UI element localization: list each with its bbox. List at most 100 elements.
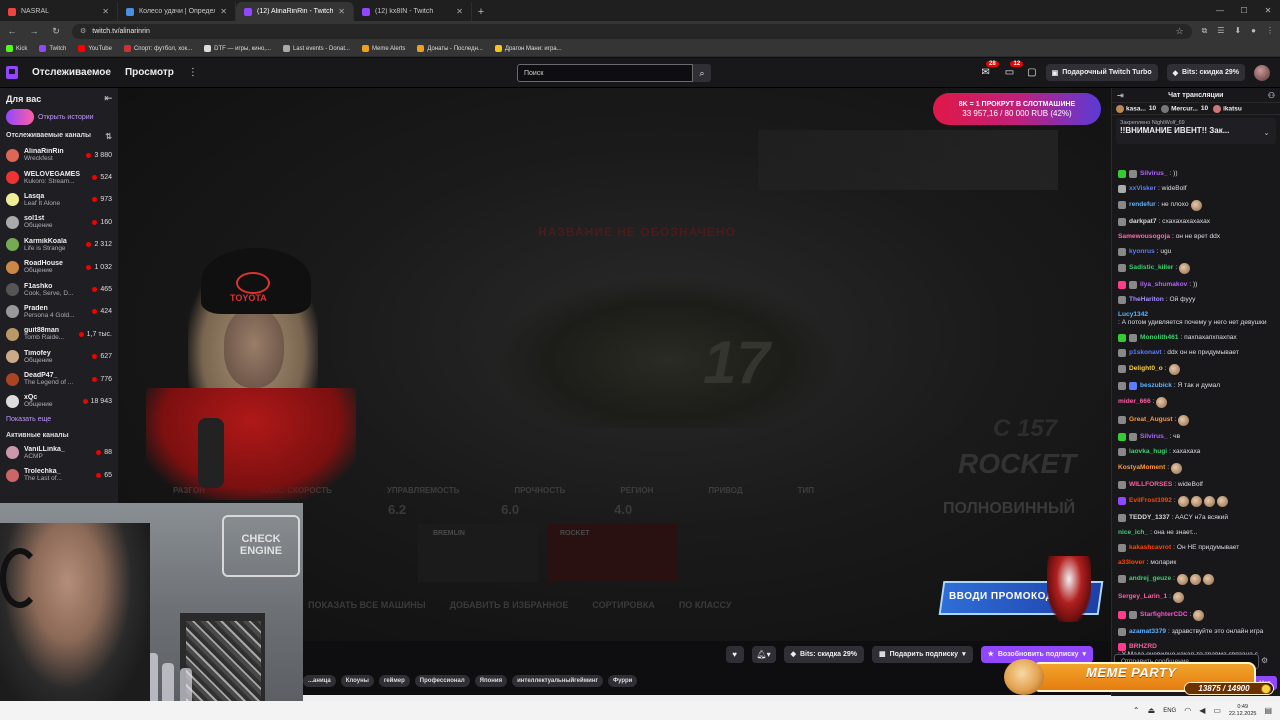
chat-username[interactable]: ilya_shumakov [1140,281,1187,289]
chat-username[interactable]: a33lover [1118,559,1145,567]
volume-icon[interactable]: ◀ [1199,706,1205,715]
download-icon[interactable]: ⬇ [1234,26,1241,36]
clock[interactable]: 0:49 22.12.2025 [1229,704,1257,718]
minimize-icon[interactable]: — [1208,0,1232,21]
extension-icon[interactable]: ⧉ [1202,26,1208,36]
bookmark-item[interactable]: Донаты - Последн... [417,45,483,52]
tab-close-icon[interactable]: ✕ [338,7,345,16]
sidebar-channel[interactable]: F1ashko Cook, Serve, D... 465 [0,278,118,300]
leaderboard-entry[interactable]: ikatsu [1213,104,1242,113]
sidebar-channel[interactable]: Praden Persona 4 Gold... 424 [0,301,118,323]
bookmark-item[interactable]: Спорт: футбол, хок... [123,45,192,52]
sidebar-channel[interactable]: RoadHouse Общение 1 032 [0,256,118,278]
sidebar-channel[interactable]: DeadP47_ The Legend of ... 776 [0,368,118,390]
leaderboard-entry[interactable]: kasa... 10 [1116,104,1156,113]
bookmark-item[interactable]: Last events - Donat... [282,45,350,52]
sidebar-channel[interactable]: WELOVEGAMES Kukoro: Stream... 524 [0,166,118,188]
chat-username[interactable]: Samewousogoja [1118,233,1170,241]
stream-tag[interactable]: Клоуны [340,675,374,687]
sort-icon[interactable]: ⇅ [105,132,112,141]
maximize-icon[interactable]: ☐ [1232,0,1256,21]
chat-username[interactable]: nice_ich_ [1118,529,1148,537]
chat-username[interactable]: BRHZRD [1129,643,1157,651]
language-indicator[interactable]: ENG [1163,708,1176,714]
stream-tag[interactable]: интеллектуальныйгейминг [512,675,603,687]
browser-tab[interactable]: NASRAL ✕ [0,2,118,21]
stream-tag[interactable]: Япония [474,675,508,687]
notifications-bell-icon[interactable]: 🔔︎▾ [751,645,776,663]
reading-list-icon[interactable]: ☰ [1217,26,1224,36]
chat-username[interactable]: azamat3379 [1129,628,1166,636]
menu-icon[interactable]: ⋮ [1266,26,1274,36]
chat-username[interactable]: TEDDY_1337 [1129,514,1170,522]
forward-icon[interactable]: → [28,26,40,36]
chat-username[interactable]: StarfighterCDC [1140,611,1188,619]
chat-users-icon[interactable]: ⚇ [1268,91,1275,100]
sidebar-channel[interactable]: guit88man Tomb Raide... 1,7 тыс. [0,323,118,345]
close-window-icon[interactable]: ✕ [1256,0,1280,21]
follow-heart-icon[interactable]: ♥ [725,645,744,663]
pip-webcam[interactable]: CHECK ENGINE [0,503,303,720]
chevron-down-icon-3[interactable]: ⌄ [1263,128,1270,137]
bookmark-item[interactable]: Meme Alerts [362,45,405,52]
sidebar-channel[interactable]: xQc Общение 18 943 [0,390,118,412]
browser-tab[interactable]: Колесо удачи | Определите п ✕ [118,2,236,21]
inbox-icon[interactable]: ▭ 12 [1005,61,1024,78]
more-menu-icon[interactable]: ⋮ [188,67,198,78]
tab-close-icon[interactable]: ✕ [456,7,463,16]
collapse-chat-icon[interactable]: ⇥ [1117,91,1124,100]
stream-tag[interactable]: геймер [378,675,410,687]
user-avatar[interactable] [1254,64,1270,81]
new-tab-icon[interactable]: + [472,2,490,21]
browser-tab[interactable]: (12) kx8IN - Twitch ✕ [354,2,472,21]
tab-close-icon[interactable]: ✕ [220,7,227,16]
gift-sub-button[interactable]: ▦ Подарить подписку ▾ [871,645,973,663]
pinned-message[interactable]: Закреплено NightWolf_69 !!ВНИМАНИЕ ИВЕНТ… [1116,118,1276,144]
chat-username[interactable]: Silvirus_ [1140,433,1168,441]
notifications-icon[interactable]: ✉ 28 [981,61,999,78]
chat-username[interactable]: Delight0_o [1129,365,1163,373]
chat-username[interactable]: kyonrus [1129,248,1155,256]
chat-username[interactable]: andrej_geuze [1129,575,1171,583]
stream-tag[interactable]: ...аница [303,675,336,687]
chat-username[interactable]: beszubick [1140,382,1172,390]
chat-username[interactable]: p1skonavt [1129,349,1162,357]
gift-turbo-button[interactable]: ▣ Подарочный Twitch Turbo [1045,64,1158,81]
reload-icon[interactable]: ↻ [50,26,62,37]
profile-icon[interactable]: ● [1251,26,1256,36]
bookmark-item[interactable]: Twitch [39,45,66,52]
chat-username[interactable]: darkpat7 [1129,218,1157,226]
chat-username[interactable]: Lucy1342 [1118,311,1148,319]
bookmark-item[interactable]: Драгон Мани: игра... [494,45,562,52]
whispers-icon[interactable]: ▢ [1027,67,1036,78]
nav-following[interactable]: Отслеживаемое [32,67,111,78]
chat-username[interactable]: mider_666 [1118,398,1151,406]
sidebar-channel[interactable]: Timofey Общение 627 [0,346,118,368]
tab-close-icon[interactable]: ✕ [102,7,109,16]
bookmark-star-icon[interactable]: ☆ [1175,26,1183,37]
chat-username[interactable]: WILLFORSES [1129,481,1172,489]
show-more-link[interactable]: Показать еще [0,413,118,429]
collapse-sidebar-icon[interactable]: ⇤ [104,93,112,104]
search-input[interactable]: Поиск [517,64,693,82]
chat-username[interactable]: Sadistic_killer [1129,264,1173,272]
chat-username[interactable]: Great_August [1129,416,1173,424]
chat-settings-icon[interactable]: ⚙ [1261,656,1268,665]
sidebar-channel[interactable]: sol1st Общение 160 [0,211,118,233]
chat-username[interactable]: xxVisker [1129,185,1156,193]
chat-username[interactable]: Monolith461 [1140,334,1178,342]
chat-username[interactable]: laovka_hugi [1129,448,1167,456]
twitch-logo-icon[interactable] [6,66,18,79]
bookmark-item[interactable]: DTF — игры, кино,... [204,45,271,52]
chat-username[interactable]: Silvirus_ [1140,170,1168,178]
wifi-icon[interactable]: ◠ [1184,706,1191,715]
url-input[interactable]: ⚙ twitch.tv/alinarinrin ☆ [72,23,1192,39]
stream-tag[interactable]: Профессионал [414,675,470,687]
notification-center-icon[interactable]: ▤ [1264,706,1272,715]
site-info-icon[interactable]: ⚙ [80,27,86,35]
chat-username[interactable]: rendefur [1129,201,1156,209]
nav-browse[interactable]: Просмотр [125,67,174,78]
tray-chevron-icon[interactable]: ⌃ [1133,706,1140,715]
bookmark-item[interactable]: Kick [6,45,27,52]
sidebar-channel[interactable]: Lasqa Leaf It Alone 973 [0,189,118,211]
